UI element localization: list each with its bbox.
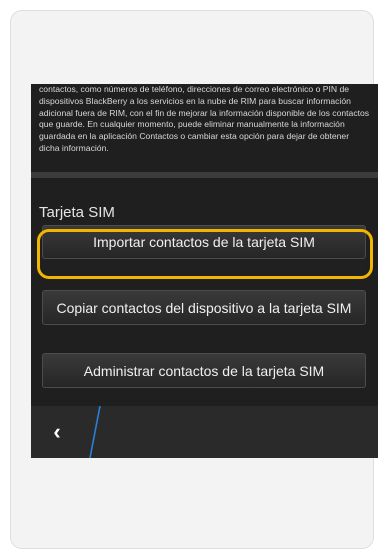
separator-line-icon <box>89 406 101 458</box>
bottom-bar <box>31 406 378 458</box>
section-divider <box>31 172 378 178</box>
info-paragraph: contactos, como números de teléfono, dir… <box>39 84 370 153</box>
copy-to-sim-button[interactable]: Copiar contactos del dispositivo a la ta… <box>42 290 366 325</box>
back-icon[interactable]: ‹ <box>31 406 83 458</box>
highlight-ring <box>37 229 373 279</box>
section-title: Tarjeta SIM <box>39 204 115 221</box>
manage-sim-contacts-button[interactable]: Administrar contactos de la tarjeta SIM <box>42 353 366 388</box>
device-screen: contactos, como números de teléfono, dir… <box>31 84 378 458</box>
